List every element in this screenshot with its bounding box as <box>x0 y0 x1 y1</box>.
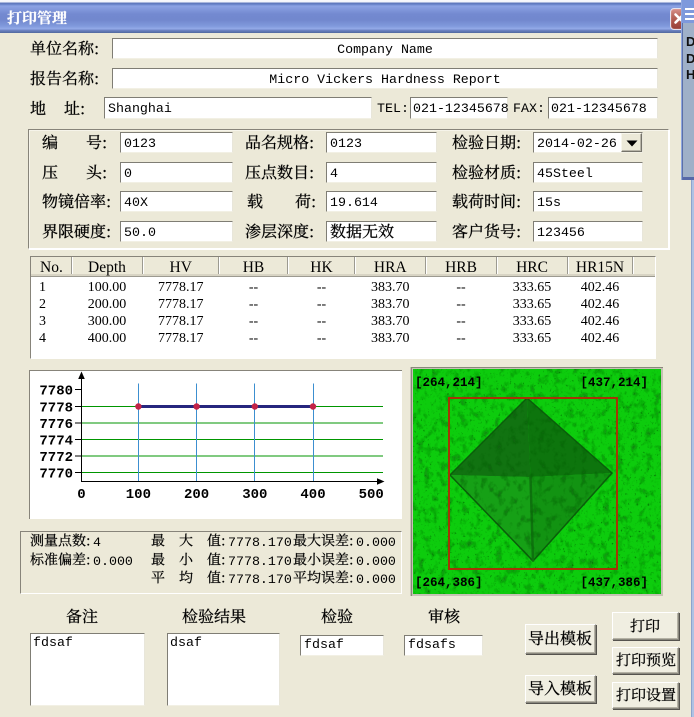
svg-text:7780: 7780 <box>39 384 73 400</box>
svg-text:[437,386]: [437,386] <box>580 576 648 590</box>
svg-text:300: 300 <box>242 487 267 503</box>
svg-text:100: 100 <box>126 487 151 503</box>
svg-text:0: 0 <box>77 487 85 503</box>
svg-text:[264,214]: [264,214] <box>415 376 483 390</box>
svg-text:7772: 7772 <box>39 450 73 466</box>
svg-text:400: 400 <box>300 487 325 503</box>
svg-text:[264,386]: [264,386] <box>415 576 483 590</box>
svg-text:200: 200 <box>184 487 209 503</box>
svg-text:7774: 7774 <box>39 434 73 450</box>
svg-text:500: 500 <box>359 487 384 503</box>
svg-text:7776: 7776 <box>39 417 73 433</box>
svg-text:7770: 7770 <box>39 467 73 483</box>
svg-text:7778: 7778 <box>39 401 73 417</box>
svg-text:[437,214]: [437,214] <box>580 376 648 390</box>
